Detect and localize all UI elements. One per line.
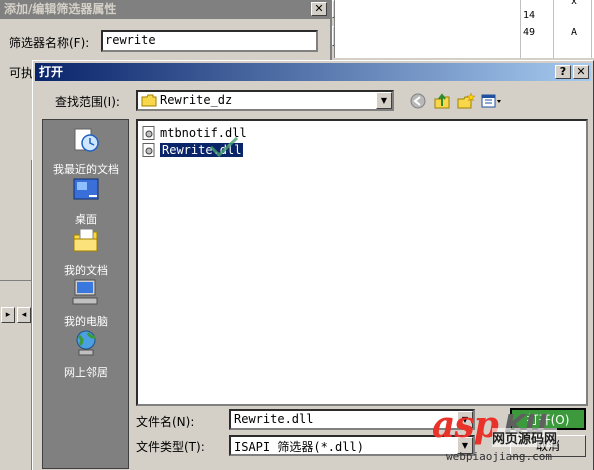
look-in-combo[interactable]: Rewrite_dz ▼ [136,90,394,111]
executable-label: 可执 [9,66,34,80]
folder-icon [141,94,157,107]
look-in-label: 查找范围(I): [55,95,120,109]
watermark-brand: asp [432,404,499,446]
network-icon [76,330,96,356]
look-in-dropdown-button[interactable]: ▼ [376,92,392,109]
watermark-subtitle: 网页源码网 [492,428,558,447]
back-icon[interactable] [409,92,427,110]
filter-name-input[interactable]: rewrite [101,30,318,52]
scroll-left-button-2[interactable]: ◂ [17,307,31,323]
place-label: 网上邻居 [64,366,108,379]
dialog-title: 打开 [39,65,64,79]
filetype-label: 文件类型(T): [136,440,205,454]
place-my-documents[interactable]: 我的文档 [43,227,129,278]
place-network[interactable]: 网上邻居 [43,329,129,380]
background-dialog-title: 添加/编辑筛选器属性 [0,0,332,19]
place-desktop[interactable]: 桌面 [43,176,129,227]
watermark-url: webpiaojiang.com [446,450,552,463]
place-label: 我最近的文档 [53,163,119,176]
column-divider [553,0,554,58]
look-in-value: Rewrite_dz [160,93,233,107]
place-my-computer[interactable]: 我的电脑 [43,278,129,329]
help-button[interactable]: ? [555,65,571,79]
filename-input[interactable]: Rewrite.dll [234,412,313,426]
filetype-value: ISAPI 筛选器(*.dll) [234,440,364,454]
checkmark-icon [209,136,239,158]
right-list-pane: x 14 49 A [334,0,594,58]
places-bar: 我最近的文档 桌面 我的文档 我的电脑 网上邻居 [42,119,129,469]
place-recent[interactable]: 我最近的文档 [43,126,129,177]
dialog-title-bar: 打开 [35,63,591,81]
my-computer-icon [72,279,98,305]
recent-docs-icon [74,128,99,152]
file-list[interactable]: mtbnotif.dll Rewrite.dll [136,119,588,406]
dll-file-icon [142,126,155,140]
close-button[interactable]: ✕ [573,65,589,79]
views-menu-icon[interactable] [481,92,503,110]
scroll-left-button[interactable]: ▸ [1,307,15,323]
desktop-icon [73,178,99,200]
right-cell: x [571,0,578,7]
right-cell: 49 [523,27,536,38]
place-label: 我的文档 [64,264,108,277]
dll-file-icon [142,143,155,157]
my-documents-icon [73,228,98,252]
place-label: 桌面 [75,213,97,226]
filter-name-label: 筛选器名称(F): [9,36,90,50]
new-folder-icon[interactable] [457,92,475,110]
filename-label: 文件名(N): [136,415,195,429]
right-cell: 14 [523,10,536,21]
watermark-logo: asp KU 网页源码网 webpiaojiang.com [432,404,592,468]
column-divider [520,0,521,58]
place-label: 我的电脑 [64,315,108,328]
column-divider [591,0,592,58]
background-close-button[interactable]: ✕ [311,2,327,16]
right-cell: A [571,27,578,38]
up-folder-icon[interactable] [433,92,451,110]
separator [0,280,32,281]
